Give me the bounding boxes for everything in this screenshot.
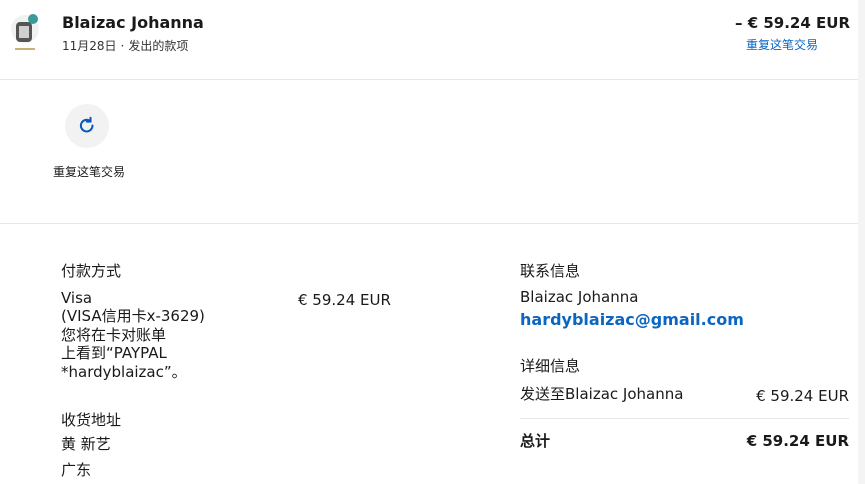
transaction-subline: 11月28日 · 发出的款项 xyxy=(62,37,188,54)
contact-name: Blaizac Johanna xyxy=(520,288,639,306)
separator: · xyxy=(120,39,125,53)
payment-method-line: (VISA信用卡x-3629) xyxy=(61,307,205,325)
payment-amount: € 59.24 EUR xyxy=(298,291,391,309)
merchant-name: Blaizac Johanna xyxy=(62,13,204,32)
total-label: 总计 xyxy=(520,432,551,450)
total-amount: € 59.24 EUR xyxy=(746,432,849,450)
actions-bar: 重复这笔交易 xyxy=(0,80,865,224)
payment-method-line: 您将在卡对账单 xyxy=(61,326,167,344)
payment-method-title: 付款方式 xyxy=(61,262,122,280)
refresh-icon xyxy=(79,116,94,133)
details-divider xyxy=(520,418,849,419)
repeat-transaction-button[interactable] xyxy=(65,104,109,148)
repeat-transaction-link[interactable]: 重复这笔交易 xyxy=(746,36,818,53)
sent-to-label: 发送至Blaizac Johanna xyxy=(520,385,684,403)
details-title: 详细信息 xyxy=(520,357,581,375)
transaction-type: 发出的款项 xyxy=(128,39,189,53)
contact-info-title: 联系信息 xyxy=(520,262,581,280)
shipping-address-line: 广东 xyxy=(61,461,92,479)
sent-amount: € 59.24 EUR xyxy=(756,387,849,405)
payment-method-line: Visa xyxy=(61,289,93,307)
transaction-amount: – € 59.24 EUR xyxy=(734,14,850,32)
scrollbar[interactable] xyxy=(858,0,865,484)
payment-method-line: 上看到“PAYPAL xyxy=(61,344,167,362)
transaction-date: 11月28日 xyxy=(62,39,117,53)
merchant-avatar xyxy=(8,12,42,54)
shipping-address-line: 黄 新艺 xyxy=(61,435,111,453)
contact-email-link[interactable]: hardyblaizac@gmail.com xyxy=(520,310,744,329)
shipping-address-title: 收货地址 xyxy=(61,411,122,429)
transaction-header: Blaizac Johanna 11月28日 · 发出的款项 – € 59.24 E… xyxy=(0,0,865,80)
payment-method-line: *hardyblaizac”。 xyxy=(61,363,187,381)
repeat-transaction-label[interactable]: 重复这笔交易 xyxy=(52,163,126,181)
